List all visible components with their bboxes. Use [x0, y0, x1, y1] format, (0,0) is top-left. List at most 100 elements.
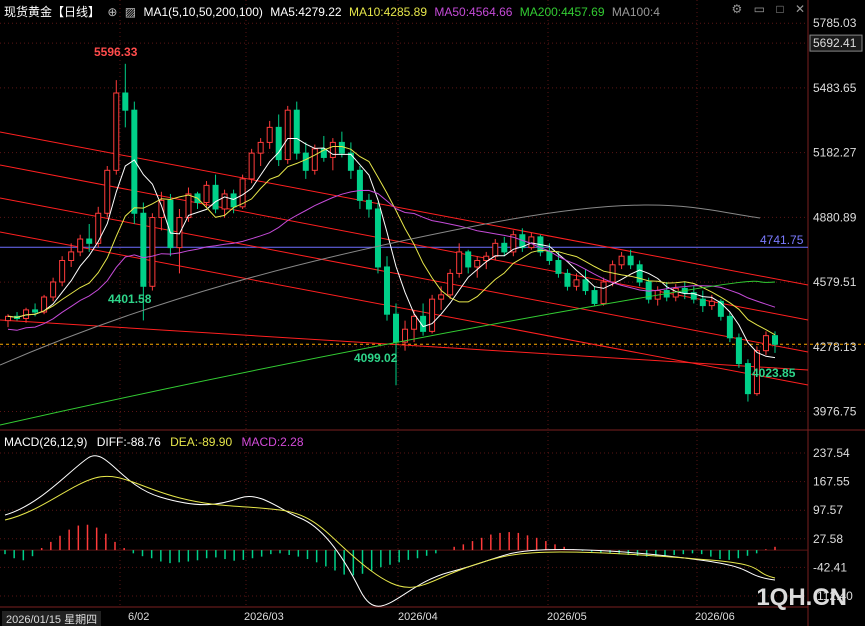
chart-canvas[interactable]: 5785.03 5692.41 5483.65 5182.27 4880.89 4579.…: [0, 0, 865, 626]
price-tick-label: 5785.03: [813, 16, 857, 30]
chart-title[interactable]: 现货黄金【日线】: [4, 5, 100, 19]
candle-body: [356, 169, 363, 201]
high-annotation: 5596.33: [94, 45, 138, 59]
date-mar: 2026/03: [244, 611, 284, 623]
price-tick-label: 4880.89: [813, 210, 857, 224]
macd-header: MACD(26,12,9) DIFF:-88.76 DEA:-89.90 MAC…: [4, 435, 310, 449]
ma50-line: [7, 189, 776, 331]
date-apr: 2026/04: [398, 611, 438, 623]
candle-body: [185, 193, 192, 219]
price-tick-label: 5483.65: [813, 81, 857, 95]
candle-body: [158, 199, 165, 219]
candle-body: [329, 141, 336, 158]
candle-body: [59, 260, 66, 283]
macd-tick-label: 167.55: [813, 475, 850, 489]
price-tick-label: 5692.41: [813, 36, 857, 50]
candle-body: [429, 298, 436, 332]
macd-tick-label: 27.58: [813, 532, 843, 546]
settings-icon[interactable]: ⚙: [732, 2, 743, 16]
max-icon[interactable]: □: [776, 2, 783, 16]
candle-body: [338, 141, 345, 154]
candle-body: [293, 109, 300, 154]
restore-icon[interactable]: ▭: [754, 2, 765, 16]
low2-annotation: 4099.02: [354, 351, 398, 365]
candle-body: [564, 272, 571, 287]
candle-body: [23, 309, 30, 319]
chart-header: 现货黄金【日线】 ⊕ ▨ MA1(5,10,50,200,100) MA5:42…: [4, 3, 664, 20]
chart-window: 5785.03 5692.41 5483.65 5182.27 4880.89 4579.…: [0, 0, 865, 626]
candle-body: [618, 255, 625, 266]
window-controls: ⚙ ▭ □ ✕: [724, 2, 805, 16]
candle-body: [176, 217, 183, 249]
close-icon[interactable]: ✕: [795, 2, 805, 16]
candle-body: [438, 294, 445, 300]
price-tick-label: 5182.27: [813, 146, 857, 160]
candle-body: [456, 251, 463, 274]
candle-body: [221, 193, 228, 210]
price-tick-label: 3976.75: [813, 405, 857, 419]
candle-body: [140, 212, 147, 287]
candle-body: [474, 260, 481, 268]
candle-body: [212, 184, 219, 210]
low3-annotation: 4023.85: [752, 366, 796, 380]
candle-body: [311, 148, 318, 171]
site-logo: 1QH.CN: [756, 584, 847, 611]
candle-body: [302, 152, 309, 171]
date-partial: 6/02: [128, 611, 150, 623]
date-may: 2026/05: [547, 611, 587, 623]
macd-tick-label: -42.41: [813, 560, 847, 574]
candle-body: [248, 152, 255, 180]
candle-body: [266, 126, 273, 143]
macd-tick-label: 97.57: [813, 503, 843, 517]
candle-body: [726, 315, 733, 339]
candle-body: [492, 242, 499, 257]
candle-body: [573, 279, 580, 287]
candle-body: [149, 217, 156, 287]
candle-body: [383, 266, 390, 315]
circle-plus-icon[interactable]: ⊕: [107, 5, 117, 19]
candle-body: [284, 109, 291, 161]
ma50-value: MA50:4564.66: [434, 5, 513, 19]
candle-body: [501, 242, 508, 253]
hline-label: 4741.75: [760, 233, 804, 247]
candle-body: [32, 309, 39, 313]
macd-diff: DIFF:-88.76: [96, 435, 161, 449]
candle-body: [50, 281, 57, 298]
candle-body: [744, 363, 751, 395]
ma5-value: MA5:4279.22: [270, 5, 342, 19]
chart-icon[interactable]: ▨: [125, 5, 136, 19]
macd-dea-line: [4, 475, 776, 588]
candle-body: [77, 238, 84, 253]
candle-body: [365, 199, 372, 210]
candle-body: [627, 255, 634, 266]
current-date: 2026/01/15 星期四: [2, 611, 102, 626]
low1-annotation: 4401.58: [108, 292, 152, 306]
candle-body: [411, 315, 418, 330]
candle-body: [772, 335, 778, 345]
macd-dea: DEA:-89.90: [170, 435, 233, 449]
candle-body: [555, 260, 562, 274]
candle-body: [582, 279, 589, 292]
price-tick-label: 4579.51: [813, 275, 857, 289]
candle-body: [230, 193, 237, 208]
ma100-value: MA100:4: [611, 5, 660, 19]
candle-body: [447, 272, 454, 296]
ma10-value: MA10:4285.89: [348, 5, 428, 19]
candle-body: [113, 92, 120, 171]
candle-body: [591, 290, 598, 304]
candle-body: [374, 208, 381, 268]
candle-body: [528, 236, 535, 249]
candle-body: [546, 251, 553, 262]
candle-body: [600, 281, 607, 304]
channel-line: [0, 319, 809, 371]
ma200-value: MA200:4457.69: [519, 5, 605, 19]
candle-body: [86, 238, 93, 244]
ma-label: MA1(5,10,50,200,100): [143, 5, 263, 19]
ma5-line: [7, 138, 776, 359]
candle-body: [393, 313, 400, 343]
candle-body: [104, 169, 111, 214]
candle-body: [257, 141, 264, 154]
candle-body: [483, 255, 490, 262]
date-jun: 2026/06: [695, 611, 735, 623]
candle-body: [636, 264, 643, 283]
